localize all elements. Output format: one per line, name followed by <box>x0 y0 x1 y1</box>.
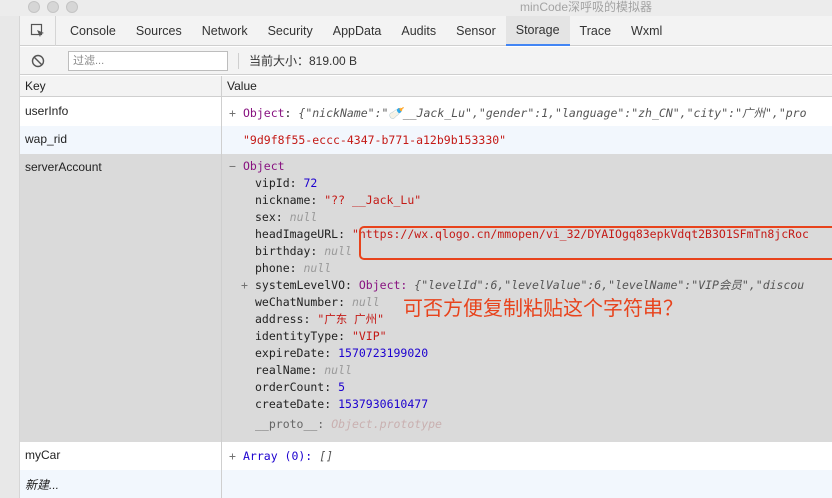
row-key: wap_rid <box>25 132 68 146</box>
inspect-cursor-icon <box>30 23 44 37</box>
row-value: + Array (0): [] <box>229 449 333 463</box>
prop-sex[interactable]: sex: null <box>229 209 809 226</box>
window-title-bar: minCode深呼吸的模拟器 <box>0 0 832 16</box>
prop-expire-date[interactable]: expireDate: 1570723199020 <box>229 345 809 362</box>
prop-head-image-url[interactable]: headImageURL: "https://wx.qlogo.cn/mmope… <box>229 226 809 243</box>
tab-network[interactable]: Network <box>192 16 258 46</box>
tab-wxml[interactable]: Wxml <box>621 16 672 46</box>
table-row-userinfo[interactable]: userInfo + Object: {"nickName":"🍼__Jack_L… <box>20 98 832 126</box>
devtools-tab-bar: Console Sources Network Security AppData… <box>20 15 832 46</box>
tab-trace[interactable]: Trace <box>570 16 622 46</box>
row-key: myCar <box>25 448 61 462</box>
annotation-text: 可否方便复制粘贴这个字符串？ <box>403 296 683 320</box>
prop-create-date[interactable]: createDate: 1537930610477 <box>229 396 809 413</box>
value-column-header[interactable]: Value <box>222 76 257 97</box>
column-divider[interactable] <box>221 76 222 498</box>
table-header: Key Value <box>20 76 832 97</box>
prop-nickname[interactable]: nickname: "?? __Jack_Lu" <box>229 192 809 209</box>
tab-sensor[interactable]: Sensor <box>446 16 506 46</box>
tab-security[interactable]: Security <box>258 16 323 46</box>
table-row-wap-rid[interactable]: wap_rid "9d9f8f55-eccc-4347-b771-a12b9b1… <box>20 126 832 154</box>
toolbar-divider <box>238 52 239 69</box>
value-preview: [] <box>319 449 334 463</box>
string-value: "9d9f8f55-eccc-4347-b771-a12b9b153330" <box>243 133 507 147</box>
collapse-toggle[interactable]: − <box>229 158 243 175</box>
value-type: Object <box>243 159 285 173</box>
inspect-element-button[interactable] <box>20 15 56 46</box>
expand-toggle[interactable]: + <box>229 106 243 120</box>
tab-appdata[interactable]: AppData <box>323 16 392 46</box>
prop-identity-type[interactable]: identityType: "VIP" <box>229 328 809 345</box>
prop-order-count[interactable]: orderCount: 5 <box>229 379 809 396</box>
current-size-label: 当前大小：819.00 B <box>249 54 358 68</box>
row-value: + Object: {"nickName":"🍼__Jack_Lu","gende… <box>229 106 807 120</box>
prop-phone[interactable]: phone: null <box>229 260 809 277</box>
value-preview: {"nickName":"🍼__Jack_Lu","gender":1,"lan… <box>298 106 807 120</box>
table-row-mycar[interactable]: myCar + Array (0): [] <box>20 442 832 470</box>
row-value: "9d9f8f55-eccc-4347-b771-a12b9b153330" <box>243 133 506 147</box>
clear-storage-button[interactable] <box>20 47 56 75</box>
prop-vipid[interactable]: vipId: 72 <box>229 175 809 192</box>
prop-birthday[interactable]: birthday: null <box>229 243 809 260</box>
tab-sources[interactable]: Sources <box>126 16 192 46</box>
window-title: minCode深呼吸的模拟器 <box>519 0 653 14</box>
tab-storage[interactable]: Storage <box>505 15 570 46</box>
new-entry-placeholder[interactable]: 新建... <box>25 476 59 493</box>
row-key: userInfo <box>25 104 69 118</box>
tab-audits[interactable]: Audits <box>391 16 446 46</box>
clear-icon <box>31 54 45 67</box>
prop-proto[interactable]: __proto__: Object.prototype <box>229 416 809 433</box>
head-image-url-value[interactable]: "https://wx.qlogo.cn/mmopen/vi_32/DYAIOg… <box>352 227 809 241</box>
expand-toggle[interactable]: + <box>229 449 243 463</box>
row-key: serverAccount <box>25 160 102 174</box>
storage-toolbar: 当前大小：819.00 B <box>20 47 832 75</box>
storage-table: Key Value userInfo + Object: {"nickName":… <box>20 76 832 498</box>
key-column-header[interactable]: Key <box>20 76 46 97</box>
tab-console[interactable]: Console <box>60 16 126 46</box>
object-root-line: − Object <box>229 158 809 175</box>
expand-toggle[interactable]: + <box>241 277 255 294</box>
value-type: Array (0): <box>243 449 313 463</box>
prop-real-name[interactable]: realName: null <box>229 362 809 379</box>
table-row-new-entry[interactable]: 新建... <box>20 470 832 498</box>
left-panel-strip <box>0 16 20 498</box>
filter-input[interactable] <box>68 50 228 71</box>
value-type: Object <box>243 106 285 120</box>
